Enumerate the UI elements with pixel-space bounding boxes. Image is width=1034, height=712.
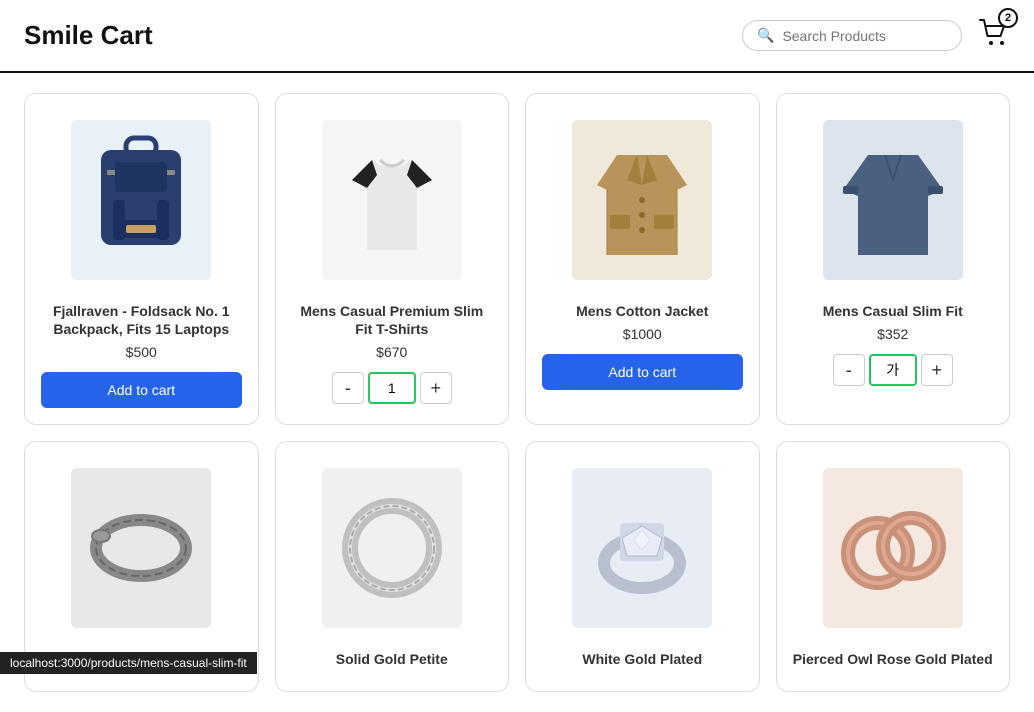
products-grid: Fjallraven - Foldsack No. 1 Backpack, Fi… — [0, 73, 1034, 712]
quantity-increase-button[interactable]: + — [420, 372, 452, 404]
product-title: Mens Casual Premium Slim Fit T-Shirts — [292, 302, 493, 338]
product-card: Mens Casual Premium Slim Fit T-Shirts $6… — [275, 93, 510, 425]
status-url: localhost:3000/products/mens-casual-slim… — [10, 656, 247, 670]
product-card: Solid Gold Petite — [275, 441, 510, 691]
cart-badge: 2 — [998, 8, 1018, 28]
cart-button[interactable]: 2 — [978, 16, 1010, 55]
quantity-input[interactable] — [368, 372, 416, 404]
product-card: Pierced Owl Rose Gold Plated — [776, 441, 1011, 691]
product-price: $500 — [126, 344, 157, 360]
product-card: White Gold Plated — [525, 441, 760, 691]
header-right: 🔍 2 — [742, 16, 1010, 55]
product-price: $670 — [376, 344, 407, 360]
product-image-ring-white — [542, 458, 743, 638]
product-title: White Gold Plated — [582, 650, 702, 668]
product-image-ring-rose — [793, 458, 994, 638]
product-image-ring-silver — [292, 458, 493, 638]
product-image-bracelet — [41, 458, 242, 638]
product-image-tshirt — [292, 110, 493, 290]
quantity-increase-button[interactable]: + — [921, 354, 953, 386]
product-card: Mens Cotton Jacket $1000 Add to cart — [525, 93, 760, 425]
product-title: Mens Cotton Jacket — [576, 302, 708, 320]
product-image-jacket — [542, 110, 743, 290]
app-logo: Smile Cart — [24, 20, 153, 51]
quantity-control: - + — [833, 354, 953, 386]
status-bar: localhost:3000/products/mens-casual-slim… — [0, 652, 257, 674]
add-to-cart-button[interactable]: Add to cart — [542, 354, 743, 390]
quantity-decrease-button[interactable]: - — [332, 372, 364, 404]
product-card: Mens Casual Slim Fit $352 - + — [776, 93, 1011, 425]
product-price: $1000 — [623, 326, 662, 342]
product-title: Solid Gold Petite — [336, 650, 448, 668]
search-input[interactable] — [782, 28, 947, 44]
quantity-decrease-button[interactable]: - — [833, 354, 865, 386]
product-card: Fjallraven - Foldsack No. 1 Backpack, Fi… — [24, 93, 259, 425]
header: Smile Cart 🔍 2 — [0, 0, 1034, 73]
product-title: Fjallraven - Foldsack No. 1 Backpack, Fi… — [41, 302, 242, 338]
quantity-input[interactable] — [869, 354, 917, 386]
product-image-longsleeve — [793, 110, 994, 290]
product-price: $352 — [877, 326, 908, 342]
search-icon: 🔍 — [757, 27, 774, 44]
quantity-control: - + — [332, 372, 452, 404]
search-container: 🔍 — [742, 20, 962, 51]
product-title: Pierced Owl Rose Gold Plated — [793, 650, 993, 668]
product-image-backpack — [41, 110, 242, 290]
add-to-cart-button[interactable]: Add to cart — [41, 372, 242, 408]
product-title: Mens Casual Slim Fit — [823, 302, 963, 320]
